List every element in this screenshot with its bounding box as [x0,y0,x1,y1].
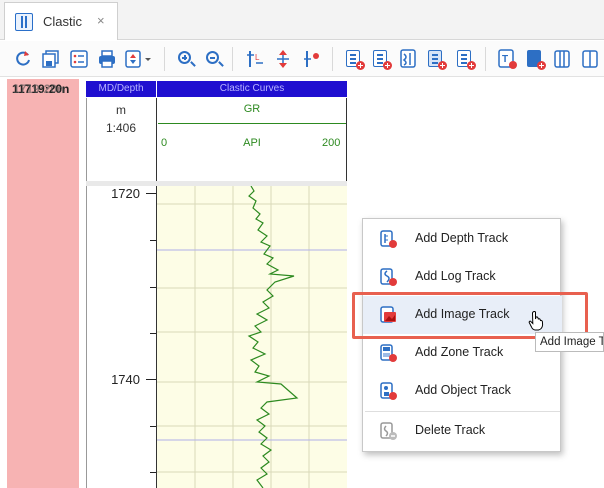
toolbar-divider [332,47,333,71]
track-scale-icon[interactable] [273,49,293,69]
add-depth-track-icon[interactable] [344,49,365,70]
depth-unit: m [116,103,126,117]
toolbar: L T [0,41,604,77]
svg-text:T: T [502,54,508,65]
depth-track[interactable] [86,98,156,488]
gr-unit: API [243,137,261,149]
menu-item-label: Add Log Track [415,269,496,283]
menu-item-add-object-track[interactable]: Add Object Track [363,372,562,410]
depth-track-icon [380,230,397,248]
depth-tick [146,379,156,380]
zone-track-icon [380,344,397,362]
menu-item-label: Add Zone Track [415,345,504,359]
depth-tick [150,287,156,288]
toolbar-divider [485,47,486,71]
depth-scale: 1:406 [105,121,137,135]
zoom-in-icon[interactable] [176,49,196,69]
depth-tick [150,426,156,427]
toolbar-divider [232,47,233,71]
gr-track-header[interactable]: Clastic Curves [157,81,347,97]
log-track-icon [380,268,397,286]
depth-tick [150,333,156,334]
menu-item-label: Add Depth Track [415,231,509,245]
toolbar-divider [164,47,165,71]
gr-curve-plot [157,185,347,488]
list-icon[interactable] [69,49,89,69]
hand-cursor-icon [528,311,544,331]
gr-scale-max: 200 [322,137,341,149]
left-track-label-ghost: 1719:20n [13,82,65,96]
track-panel-icon[interactable] [552,49,572,69]
add-text-track-icon[interactable]: T [497,49,517,69]
tab-bar: Clastic × [0,0,604,40]
depth-tick [150,472,156,473]
track-format-icon[interactable]: L [245,49,265,69]
track-settings-icon[interactable] [302,49,322,69]
add-zone-track-icon[interactable] [426,49,447,70]
menu-item-add-zone-track[interactable]: Add Zone Track [363,334,562,372]
well-section-icon [15,12,33,31]
add-log-track-icon[interactable] [371,49,392,70]
sort-dropdown-icon[interactable] [124,49,154,69]
tab-title: Clastic [43,14,83,29]
add-image-track-icon[interactable] [399,49,419,69]
depth-tick [146,193,156,194]
menu-item-add-log-track[interactable]: Add Log Track [363,258,562,296]
zoom-out-icon[interactable] [204,49,224,69]
save-all-icon[interactable] [41,49,61,69]
track-panel-alt-icon[interactable] [580,49,600,69]
tooltip: Add Image Track [535,332,604,352]
gr-plot-area[interactable] [157,185,347,488]
depth-tick [150,240,156,241]
left-track-header: 11719:20n 1719:20n [7,79,79,99]
add-track-icon[interactable] [525,49,546,70]
gr-curve-name: GR [243,103,261,115]
close-icon[interactable]: × [97,13,105,28]
add-object-track-icon[interactable] [455,49,476,70]
menu-item-add-depth-track[interactable]: Add Depth Track [363,220,562,258]
delete-track-icon [380,422,397,440]
menu-item-label: Add Object Track [415,383,511,397]
refresh-icon[interactable] [13,49,33,69]
svg-text:L: L [255,53,260,62]
menu-item-label: Delete Track [415,423,486,437]
print-icon[interactable] [97,49,117,69]
depth-label: 1740 [111,372,140,387]
depth-track-header[interactable]: MD/Depth [86,81,156,97]
tab-clastic[interactable]: Clastic × [4,2,118,40]
left-track[interactable] [7,79,79,488]
gr-scale-line [158,123,346,124]
object-track-icon [380,382,397,400]
menu-item-delete-track[interactable]: Delete Track [363,412,562,450]
depth-label: 1720 [111,186,140,201]
